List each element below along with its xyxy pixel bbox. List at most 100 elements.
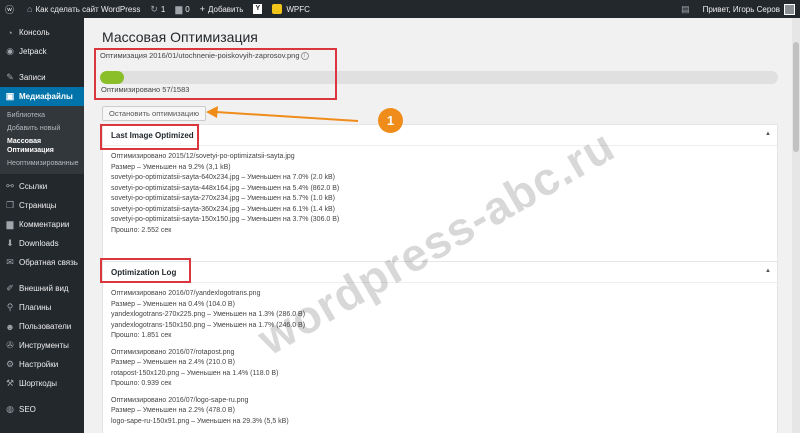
plus-icon: + — [199, 4, 205, 14]
seo-icon: ◍ — [6, 404, 14, 414]
annotation-box-log — [100, 258, 191, 283]
submenu-library[interactable]: Библиотека — [0, 109, 84, 122]
sidebar-item-seo[interactable]: ◍ SEO — [0, 400, 84, 419]
add-new-label: Добавить — [208, 4, 244, 14]
sidebar-item-appearance[interactable]: ✐ Внешний вид — [0, 279, 84, 298]
wpfc-label: WPFC — [286, 4, 310, 14]
sidebar-item-label: SEO — [19, 405, 36, 414]
dashboard-icon: ◔ — [7, 27, 13, 38]
users-icon: ☻ — [5, 321, 15, 332]
updates-count: 1 — [160, 4, 166, 14]
log-line: Оптимизировано 2016/07/logo-sape-ru.png — [111, 396, 249, 404]
feedback-icon: ✉ — [6, 257, 14, 267]
collapse-arrow-icon[interactable]: ▲ — [765, 131, 771, 137]
log-line: rotapost-150x120.png – Уменьшен на 1.4% … — [111, 369, 279, 377]
tools-icon: ✇ — [6, 340, 14, 350]
log-line: sovetyi-po-optimizatsii-sayta-448x164.jp… — [111, 184, 340, 192]
log-line: Оптимизировано 2016/07/yandexlogotrans.p… — [111, 290, 261, 297]
sidebar-item-feedback[interactable]: ✉ Обратная связь — [0, 253, 84, 272]
sidebar-item-links[interactable]: ⚯ Ссылки — [0, 177, 84, 196]
updates-icon: ↻ — [150, 3, 158, 14]
stop-optimization-button[interactable]: Остановить оптимизацию — [102, 106, 206, 121]
log-line: Прошло: 0.939 сек — [111, 380, 172, 387]
account-link[interactable]: Привет, Игорь Серов — [698, 0, 800, 18]
wpfc-link[interactable]: WPFC — [267, 0, 315, 18]
sidebar-item-downloads[interactable]: ⬇ Downloads — [0, 234, 84, 253]
media-submenu: Библиотека Добавить новый Массовая Оптим… — [0, 106, 84, 174]
shortcodes-icon: ⚒ — [5, 378, 15, 388]
log-line: Оптимизировано 2015/12/sovetyi-po-optimi… — [111, 153, 295, 160]
submenu-unoptimized[interactable]: Неоптимизированные — [0, 157, 84, 170]
sidebar-item-label: Страницы — [19, 201, 57, 210]
sidebar-item-posts[interactable]: ✎ Записи — [0, 68, 84, 87]
site-name-link[interactable]: ⌂ Как сделать сайт WordPress — [22, 0, 145, 18]
sidebar-item-settings[interactable]: ⚙ Настройки — [0, 355, 84, 374]
log-line: logo-sape-ru-150x91.png – Уменьшен на 29… — [111, 417, 289, 425]
wordpress-logo-icon[interactable]: ⓦ — [0, 0, 22, 18]
sidebar-item-label: Плагины — [19, 303, 52, 312]
admin-bar: ⓦ ⌂ Как сделать сайт WordPress ↻ 1 ▆ 0 + Доб… — [0, 0, 800, 18]
comment-icon: ▆ — [175, 3, 183, 14]
pages-icon: ❐ — [5, 200, 15, 210]
sidebar-item-label: Медиафайлы — [19, 92, 73, 101]
sidebar-item-label: Комментарии — [19, 220, 70, 229]
optimization-log-panel: Optimization Log ▲ Оптимизировано 2016/0… — [102, 261, 778, 433]
comments-icon: ▆ — [6, 219, 14, 229]
log-line: Размер – Уменьшен на 0.4% (104.0 B) — [111, 300, 235, 308]
yoast-icon: Y — [253, 4, 263, 14]
sidebar-item-label: Пользователи — [19, 322, 72, 331]
link-icon: ⚯ — [6, 181, 14, 191]
sidebar-item-label: Консоль — [19, 28, 50, 37]
log-line: yandexlogotrans-150x150.png – Уменьшен н… — [111, 321, 306, 329]
log-line: Размер – Уменьшен на 2.2% (478.0 B) — [111, 407, 235, 414]
log-line: yandexlogotrans-270x225.png – Уменьшен н… — [111, 311, 306, 318]
yoast-link[interactable]: Y — [248, 0, 267, 18]
optimization-log-body: Оптимизировано 2016/07/yandexlogotrans.p… — [103, 283, 777, 433]
home-icon: ⌂ — [27, 4, 33, 14]
annotation-box-last-image — [100, 124, 199, 150]
comments-link[interactable]: ▆ 0 — [170, 0, 194, 18]
log-line: sovetyi-po-optimizatsii-sayta-270x234.jp… — [111, 195, 335, 202]
sidebar-item-label: Внешний вид — [19, 284, 69, 293]
sidebar-item-label: Настройки — [19, 360, 59, 369]
sidebar-item-comments[interactable]: ▆ Комментарии — [0, 215, 84, 234]
collapse-arrow-icon[interactable]: ▲ — [765, 268, 771, 274]
annotation-badge: 1 — [378, 108, 403, 133]
sidebar-item-label: Инструменты — [19, 341, 69, 350]
sidebar-item-media[interactable]: ▣ Медиафайлы — [0, 87, 84, 106]
flag-icon[interactable]: ▤ — [676, 0, 698, 18]
add-new-link[interactable]: + Добавить — [195, 0, 249, 18]
log-line: sovetyi-po-optimizatsii-sayta-640x234.jp… — [111, 174, 335, 181]
submenu-add-new[interactable]: Добавить новый — [0, 122, 84, 135]
page-scrollbar[interactable] — [792, 18, 800, 433]
scroll-thumb[interactable] — [793, 42, 799, 152]
log-line: Оптимизировано 2016/07/rotapost.png — [111, 348, 235, 356]
settings-icon: ⚙ — [5, 359, 15, 369]
download-icon: ⬇ — [6, 238, 14, 248]
admin-sidebar: ◔ Консоль ◉ Jetpack ✎ Записи ▣ Медиафайлы Би… — [0, 18, 84, 433]
sidebar-item-users[interactable]: ☻ Пользователи — [0, 317, 84, 336]
sidebar-item-console[interactable]: ◔ Консоль — [0, 23, 84, 42]
avatar — [784, 3, 795, 15]
comments-count: 0 — [185, 4, 190, 14]
submenu-bulk-optimize[interactable]: Массовая Оптимизация — [0, 135, 84, 157]
page-title: Массовая Оптимизация — [102, 29, 258, 45]
sidebar-item-label: Ссылки — [19, 182, 48, 191]
sidebar-item-shortcodes[interactable]: ⚒ Шорткоды — [0, 374, 84, 393]
appearance-icon: ✐ — [6, 283, 14, 293]
site-name: Как сделать сайт WordPress — [35, 4, 141, 14]
sidebar-item-tools[interactable]: ✇ Инструменты — [0, 336, 84, 355]
updates-link[interactable]: ↻ 1 — [145, 0, 170, 18]
sidebar-item-label: Downloads — [19, 239, 59, 248]
greeting: Привет, Игорь Серов — [702, 4, 780, 14]
wpfc-icon — [272, 4, 283, 14]
log-line: Размер – Уменьшен на 2.4% (210.0 B) — [111, 359, 235, 366]
sidebar-item-pages[interactable]: ❐ Страницы — [0, 196, 84, 215]
sidebar-item-jetpack[interactable]: ◉ Jetpack — [0, 42, 84, 61]
pin-icon: ✎ — [6, 72, 14, 82]
annotation-box-progress — [94, 48, 337, 100]
sidebar-item-label: Jetpack — [19, 47, 47, 56]
last-image-header[interactable]: Last Image Optimized ▲ — [103, 125, 777, 146]
sidebar-item-plugins[interactable]: ⚲ Плагины — [0, 298, 84, 317]
sidebar-item-label: Обратная связь — [19, 258, 78, 267]
